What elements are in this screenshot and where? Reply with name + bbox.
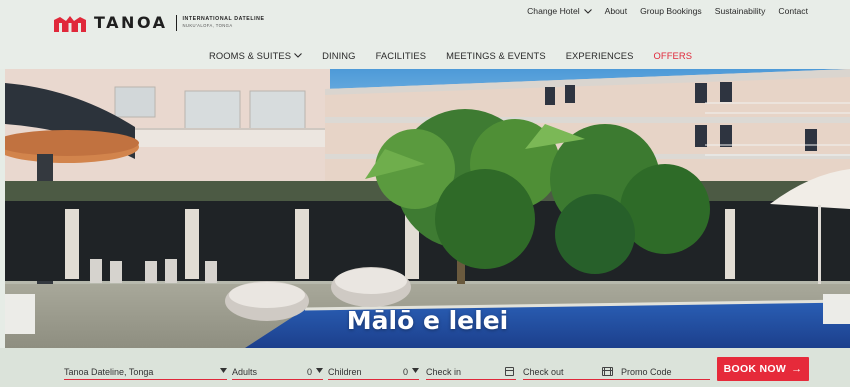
chevron-down-icon <box>583 7 592 16</box>
logo-mark-icon <box>54 13 86 32</box>
arrow-right-icon: → <box>791 363 803 375</box>
booking-bar: Tanoa Dateline, Tonga Adults 0 Children … <box>0 348 850 387</box>
logo-divider <box>175 14 177 31</box>
utility-nav: Change Hotel About Group Bookings Sustai… <box>514 6 808 16</box>
brand-subtitle: INTERNATIONAL DATELINE NUKU'ALOFA, TONGA <box>182 15 265 28</box>
group-bookings-link[interactable]: Group Bookings <box>640 6 702 16</box>
chevron-down-icon <box>294 51 303 60</box>
hero-title: Mālō e lelei <box>346 306 509 335</box>
book-now-button[interactable]: BOOK NOW → <box>717 357 809 381</box>
check-out-placeholder: Check out <box>523 366 564 377</box>
nav-rooms-label: ROOMS & SUITES <box>209 50 292 61</box>
check-in-field[interactable]: Check in <box>426 364 516 380</box>
brand-subtitle-line1: INTERNATIONAL DATELINE <box>182 15 265 22</box>
book-now-label: BOOK NOW <box>723 363 787 375</box>
children-select[interactable]: Children 0 <box>328 364 419 380</box>
children-label: Children <box>328 366 362 377</box>
hotel-select[interactable]: Tanoa Dateline, Tonga <box>64 364 227 380</box>
calendar-icon <box>505 367 514 376</box>
promo-code-field[interactable]: Promo Code <box>602 364 710 380</box>
children-count: 0 <box>403 367 419 377</box>
main-nav: ROOMS & SUITES DINING FACILITIES MEETING… <box>209 50 712 61</box>
brand-logo[interactable]: TANOA INTERNATIONAL DATELINE NUKU'ALOFA,… <box>54 13 265 32</box>
nav-rooms-suites[interactable]: ROOMS & SUITES <box>209 50 303 61</box>
nav-meetings-events[interactable]: MEETINGS & EVENTS <box>446 50 546 61</box>
brand-subtitle-line2: NUKU'ALOFA, TONGA <box>182 23 233 28</box>
contact-link[interactable]: Contact <box>778 6 808 16</box>
caret-down-icon <box>220 368 227 375</box>
change-hotel-menu[interactable]: Change Hotel <box>527 6 592 16</box>
check-out-field[interactable]: Check out <box>523 364 613 380</box>
sustainability-link[interactable]: Sustainability <box>715 6 766 16</box>
hero-banner: Mālō e lelei <box>5 69 850 348</box>
children-value: 0 <box>402 366 408 377</box>
about-link[interactable]: About <box>605 6 627 16</box>
nav-experiences[interactable]: EXPERIENCES <box>566 50 634 61</box>
hotel-select-value: Tanoa Dateline, Tonga <box>64 366 154 377</box>
nav-dining[interactable]: DINING <box>322 50 355 61</box>
adults-count: 0 <box>307 367 323 377</box>
adults-select[interactable]: Adults 0 <box>232 364 323 380</box>
adults-label: Adults <box>232 366 258 377</box>
nav-facilities[interactable]: FACILITIES <box>376 50 427 61</box>
calendar-icon <box>604 367 613 376</box>
check-in-placeholder: Check in <box>426 366 462 377</box>
brand-name: TANOA <box>94 13 168 32</box>
nav-offers[interactable]: OFFERS <box>654 50 693 61</box>
caret-down-icon <box>412 368 419 375</box>
adults-value: 0 <box>306 366 312 377</box>
promo-code-placeholder: Promo Code <box>621 366 672 377</box>
caret-down-icon <box>316 368 323 375</box>
site-header: TANOA INTERNATIONAL DATELINE NUKU'ALOFA,… <box>0 0 850 69</box>
change-hotel-label: Change Hotel <box>527 6 580 16</box>
